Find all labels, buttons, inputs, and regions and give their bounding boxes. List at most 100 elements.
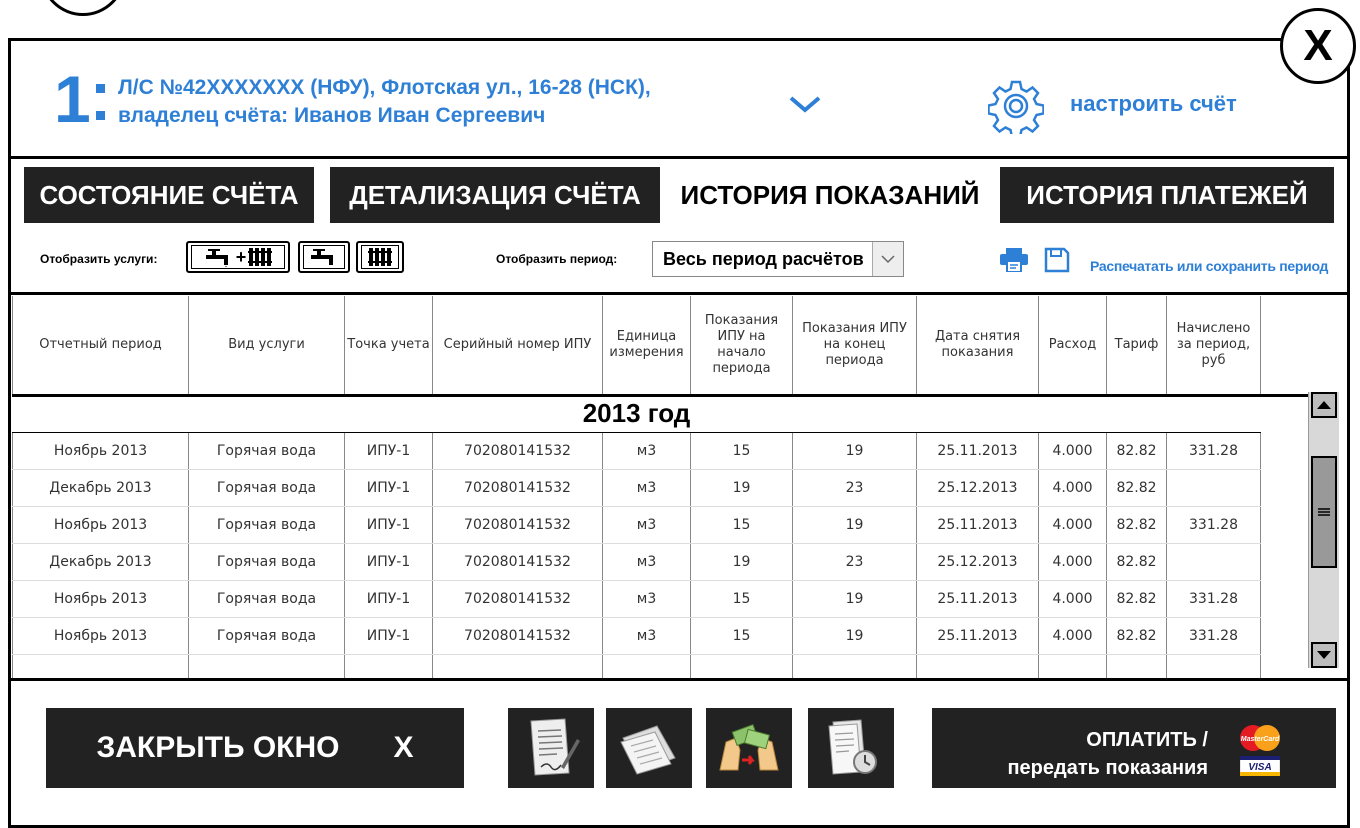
- table-cell: 82.82: [1106, 617, 1167, 655]
- table-cell: 19: [792, 506, 917, 544]
- table-cell: [188, 654, 345, 680]
- radiator-icon: [248, 248, 273, 266]
- divider: [8, 678, 1350, 681]
- table-header-row: Отчетный период Вид услуги Точка учета Сери…: [12, 296, 1261, 394]
- table-cell: м3: [602, 432, 691, 470]
- close-window-x: X: [393, 731, 414, 764]
- table-row[interactable]: Ноябрь 2013 Горячая вода ИПУ-1 702080141532…: [12, 617, 1261, 655]
- close-window-button[interactable]: ЗАКРЫТЬ ОКНО X: [46, 708, 464, 788]
- table-cell: ИПУ-1: [344, 469, 433, 507]
- table-cell: Горячая вода: [188, 617, 345, 655]
- period-select[interactable]: Весь период расчётов: [652, 241, 904, 277]
- document-clock-icon: [828, 719, 877, 775]
- table-cell: [1166, 543, 1261, 581]
- table-cell: 4.000: [1038, 506, 1107, 544]
- table-scrollbar[interactable]: [1308, 392, 1339, 668]
- tab-readings-history[interactable]: ИСТОРИЯ ПОКАЗАНИЙ: [668, 167, 992, 223]
- settings-link[interactable]: настроить счёт: [1070, 91, 1237, 117]
- table-cell: 15: [690, 617, 793, 655]
- mastercard-logo: MasterCard: [1240, 725, 1280, 751]
- pay-button[interactable]: ОПЛАТИТЬ / передать показания MasterCard…: [932, 708, 1336, 788]
- chevron-down-icon[interactable]: [872, 242, 903, 276]
- table-cell: ИПУ-1: [344, 617, 433, 655]
- readings-table-container: Отчетный период Вид услуги Точка учета Сери…: [12, 296, 1308, 680]
- tab-payments-history[interactable]: ИСТОРИЯ ПЛАТЕЖЕЙ: [1000, 167, 1334, 223]
- sign-document-button[interactable]: [508, 708, 594, 788]
- table-cell: ИПУ-1: [344, 432, 433, 470]
- svg-text:MasterCard: MasterCard: [1241, 736, 1280, 743]
- table-cell: Декабрь 2013: [12, 469, 189, 507]
- table-cell: 82.82: [1106, 506, 1167, 544]
- table-cell: [1166, 654, 1261, 680]
- radiator-icon: [368, 248, 392, 266]
- table-cell: 25.11.2013: [916, 617, 1039, 655]
- table-cell: 15: [690, 580, 793, 618]
- service-plus-sign: +: [235, 246, 247, 267]
- column-header: Серийный номер ИПУ: [432, 296, 603, 394]
- column-header: Отчетный период: [12, 296, 189, 394]
- table-cell: 82.82: [1106, 580, 1167, 618]
- close-dialog-button[interactable]: X: [1280, 8, 1356, 84]
- account-line-1: Л/С №42XXXXXXX (НФУ), Флотская ул., 16-2…: [118, 76, 651, 99]
- chevron-down-icon[interactable]: [788, 94, 822, 114]
- table-cell: [792, 654, 917, 680]
- service-filter-water-button[interactable]: [298, 241, 350, 273]
- column-header: Тариф: [1106, 296, 1167, 394]
- table-cell: [1106, 654, 1167, 680]
- faucet-icon: [311, 249, 333, 265]
- money-transfer-button[interactable]: [706, 708, 792, 788]
- table-row[interactable]: Декабрь 2013 Горячая вода ИПУ-1 70208014153…: [12, 543, 1261, 581]
- table-cell: 331.28: [1166, 432, 1261, 470]
- table-cell: [1166, 469, 1261, 507]
- table-cell: 25.12.2013: [916, 469, 1039, 507]
- column-header: Начислено за период, руб: [1166, 296, 1261, 394]
- scroll-up-button[interactable]: [1311, 392, 1337, 418]
- scroll-down-button[interactable]: [1311, 642, 1337, 668]
- column-header: Дата снятия показания: [916, 296, 1039, 394]
- table-cell: [432, 654, 603, 680]
- faucet-icon: [205, 249, 228, 267]
- table-cell: 23: [792, 543, 917, 581]
- tab-account-status[interactable]: СОСТОЯНИЕ СЧЁТА: [24, 167, 314, 223]
- table-cell: [1038, 654, 1107, 680]
- table-cell: Горячая вода: [188, 432, 345, 470]
- table-row[interactable]: Ноябрь 2013 Горячая вода ИПУ-1 702080141532…: [12, 432, 1261, 470]
- table-cell: 15: [690, 506, 793, 544]
- account-selector[interactable]: Л/С №42XXXXXXX (НФУ), Флотская ул., 16-2…: [118, 74, 651, 130]
- table-cell: м3: [602, 506, 691, 544]
- table-cell: 702080141532: [432, 506, 603, 544]
- services-filter-label: Отобразить услуги:: [40, 252, 158, 266]
- table-cell: ИПУ-1: [344, 543, 433, 581]
- table-cell: 23: [792, 469, 917, 507]
- table-cell: [916, 654, 1039, 680]
- table-cell: 82.82: [1106, 432, 1167, 470]
- table-header-rule: [12, 394, 1308, 397]
- period-select-value: Весь период расчётов: [663, 248, 864, 269]
- document-sign-icon: [530, 718, 580, 776]
- gear-icon[interactable]: [988, 78, 1044, 134]
- table-cell: 702080141532: [432, 580, 603, 618]
- visa-logo: VISA: [1240, 756, 1280, 776]
- table-row[interactable]: Ноябрь 2013 Горячая вода ИПУ-1 702080141532…: [12, 580, 1261, 618]
- printer-icon[interactable]: [1000, 248, 1028, 272]
- floppy-save-icon[interactable]: [1044, 247, 1070, 273]
- table-cell: 702080141532: [432, 617, 603, 655]
- svg-text:VISA: VISA: [1248, 762, 1271, 773]
- decorative-circle: [40, 0, 126, 16]
- table-cell: 15: [690, 432, 793, 470]
- readings-schedule-button[interactable]: [808, 708, 894, 788]
- table-cell: м3: [602, 543, 691, 581]
- table-cell: 4.000: [1038, 432, 1107, 470]
- tab-account-details[interactable]: ДЕТАЛИЗАЦИЯ СЧЁТА: [330, 167, 660, 223]
- table-row[interactable]: Ноябрь 2013 Горячая вода ИПУ-1 702080141532…: [12, 506, 1261, 544]
- table-cell: 25.11.2013: [916, 506, 1039, 544]
- column-header: Точка учета: [344, 296, 433, 394]
- table-row[interactable]: [12, 654, 1261, 680]
- service-filter-all-button[interactable]: +: [186, 241, 290, 273]
- documents-button[interactable]: [606, 708, 692, 788]
- print-or-save-link[interactable]: Распечатать или сохранить период: [1090, 258, 1328, 274]
- service-filter-heating-button[interactable]: [356, 241, 404, 273]
- scroll-thumb[interactable]: [1311, 456, 1337, 568]
- table-row[interactable]: Декабрь 2013 Горячая вода ИПУ-1 70208014153…: [12, 469, 1261, 507]
- divider: [8, 156, 1350, 159]
